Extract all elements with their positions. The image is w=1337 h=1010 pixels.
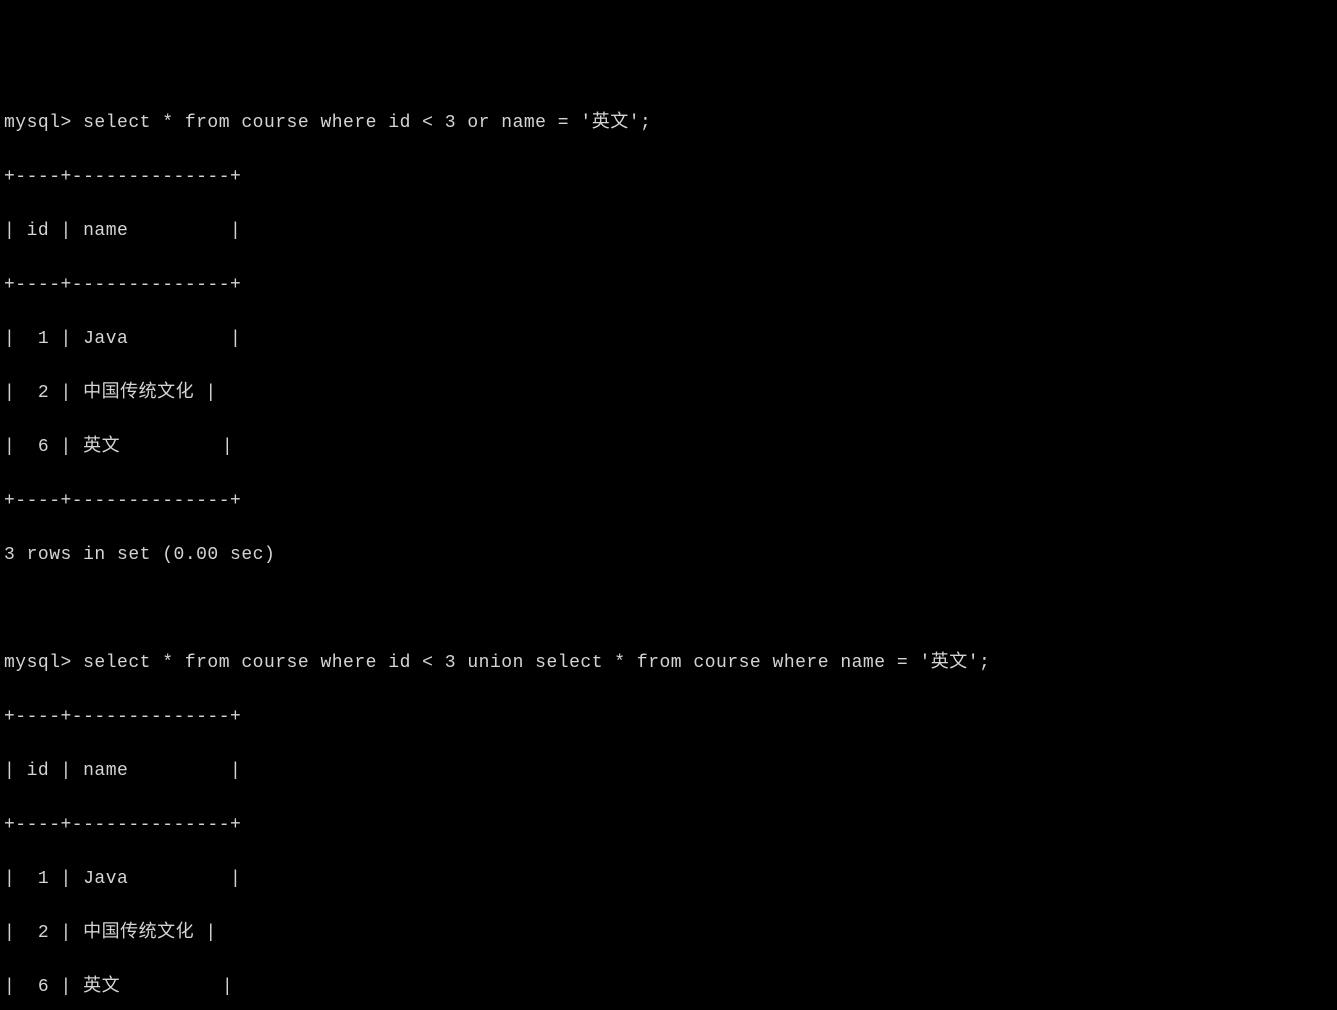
query-1-status: 3 rows in set (0.00 sec) <box>4 542 1333 569</box>
table-border: +----+--------------+ <box>4 812 1333 839</box>
table-border: +----+--------------+ <box>4 488 1333 515</box>
table-row: | 6 | 英文 | <box>4 974 1333 1001</box>
mysql-prompt: mysql> <box>4 653 72 673</box>
query-1-line: mysql> select * from course where id < 3… <box>4 110 1333 137</box>
table-row: | 2 | 中国传统文化 | <box>4 380 1333 407</box>
table-row: | 1 | Java | <box>4 866 1333 893</box>
table-header: | id | name | <box>4 218 1333 245</box>
table-header: | id | name | <box>4 758 1333 785</box>
table-border: +----+--------------+ <box>4 272 1333 299</box>
mysql-prompt: mysql> <box>4 113 72 133</box>
table-row: | 2 | 中国传统文化 | <box>4 920 1333 947</box>
sql-query-1: select * from course where id < 3 or nam… <box>72 113 651 133</box>
blank-line <box>4 596 1333 623</box>
sql-query-2: select * from course where id < 3 union … <box>72 653 991 673</box>
table-border: +----+--------------+ <box>4 704 1333 731</box>
table-row: | 1 | Java | <box>4 326 1333 353</box>
table-border: +----+--------------+ <box>4 164 1333 191</box>
query-2-line: mysql> select * from course where id < 3… <box>4 650 1333 677</box>
table-row: | 6 | 英文 | <box>4 434 1333 461</box>
